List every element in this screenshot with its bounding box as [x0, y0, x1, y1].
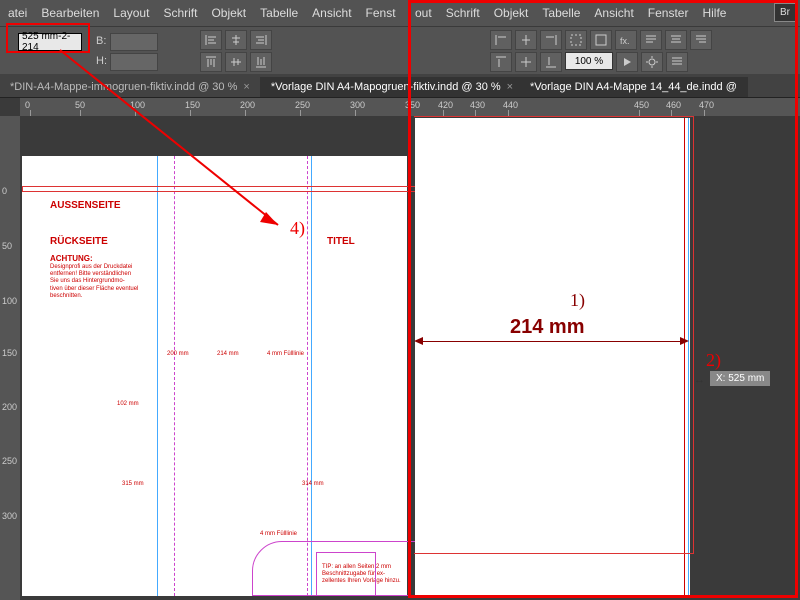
- dimension-label: 214 mm: [510, 316, 585, 339]
- dim-314a: 214 mm: [217, 351, 239, 357]
- menu-fenster[interactable]: Fenst: [366, 6, 396, 20]
- tab-doc-2[interactable]: *Vorlage DIN A4-Mapogruen-fiktiv.indd @ …: [261, 77, 524, 97]
- horizontal-ruler: 050100150200250300350420430440450460470: [20, 98, 800, 116]
- tab-label: *Vorlage DIN A4-Mappe 14_44_de.indd @: [530, 81, 737, 93]
- menu-tabelle[interactable]: Tabelle: [260, 6, 298, 20]
- dim-102: 102 mm: [117, 401, 139, 407]
- canvas-area[interactable]: 050100150200250300350420430440450460470 …: [0, 98, 800, 600]
- annotation-4: 4): [290, 218, 305, 239]
- r-align-right-icon[interactable]: [540, 30, 562, 50]
- guide-4[interactable]: [311, 156, 312, 596]
- menu2-ansicht[interactable]: Ansicht: [594, 6, 633, 20]
- bleed-frame-left: [22, 186, 415, 192]
- r-fx-icon[interactable]: fx.: [615, 30, 637, 50]
- align-right-icon[interactable]: [250, 30, 272, 50]
- align-bottom-icon[interactable]: [250, 52, 272, 72]
- close-icon[interactable]: ×: [507, 81, 513, 93]
- close-icon[interactable]: ×: [243, 81, 249, 93]
- position-tooltip: X: 525 mm: [710, 371, 770, 386]
- menu-datei[interactable]: atei: [8, 6, 27, 20]
- zoom-input[interactable]: 100 %: [565, 52, 613, 70]
- annotation-1: 1): [570, 290, 585, 311]
- bridge-icon[interactable]: Br: [774, 3, 796, 22]
- flap-box: [316, 552, 376, 596]
- guide-1[interactable]: [157, 156, 158, 596]
- menu2-fenster[interactable]: Fenster: [648, 6, 689, 20]
- menu2-tabelle[interactable]: Tabelle: [542, 6, 580, 20]
- r-para-left-icon[interactable]: [640, 30, 662, 50]
- dimension-line: [418, 341, 686, 342]
- align-top-icon[interactable]: [200, 52, 222, 72]
- text-rueckseite: RÜCKSEITE: [50, 236, 108, 247]
- align-left-icon[interactable]: [200, 30, 222, 50]
- menu-bearbeiten[interactable]: Bearbeiten: [41, 6, 99, 20]
- menu-objekt[interactable]: Objekt: [211, 6, 246, 20]
- width-label: B:: [96, 35, 106, 47]
- tab-doc-1[interactable]: *DIN-A4-Mappe-immogruen-fiktiv.indd @ 30…: [0, 77, 261, 97]
- guide-3[interactable]: [307, 156, 308, 596]
- r-align-bot-icon[interactable]: [540, 52, 562, 72]
- dim-4fl: 4 mm Fülllinie: [267, 351, 304, 357]
- menu-bar: 3) atei Bearbeiten Layout Schrift Objekt…: [0, 0, 800, 26]
- r-align-top-icon[interactable]: [490, 52, 512, 72]
- dim-200: 200 mm: [167, 351, 189, 357]
- width-input[interactable]: [110, 33, 158, 51]
- x-position-input[interactable]: 525 mm-2-214: [18, 33, 82, 51]
- text-achtung-body: Designprofi aus der Druckdatei entfernen…: [50, 264, 140, 300]
- vertical-ruler: 015010050200250300: [0, 116, 20, 600]
- menu-layout[interactable]: Layout: [113, 6, 149, 20]
- text-titel: TITEL: [327, 236, 355, 247]
- menu-mirror: out Schrift Objekt Tabelle Ansicht Fenst…: [415, 6, 726, 20]
- align-center-icon[interactable]: [225, 30, 247, 50]
- tab-label: *Vorlage DIN A4-Mapogruen-fiktiv.indd @ …: [271, 81, 501, 93]
- control-bar: 525 mm-2-214 B: H: fx. 100 %: [0, 26, 800, 74]
- dim-314b: 314 mm: [302, 481, 324, 487]
- r-select-content-icon[interactable]: [590, 30, 612, 50]
- menu2-objekt[interactable]: Objekt: [494, 6, 529, 20]
- menu2-hilfe[interactable]: Hilfe: [702, 6, 726, 20]
- r-align-mid-icon[interactable]: [515, 52, 537, 72]
- annotation-2: 2): [706, 350, 721, 371]
- menu-ansicht[interactable]: Ansicht: [312, 6, 351, 20]
- r-select-container-icon[interactable]: [565, 30, 587, 50]
- dim-315: 315 mm: [122, 481, 144, 487]
- r-brightness-icon[interactable]: [641, 52, 663, 72]
- align-middle-icon[interactable]: [225, 52, 247, 72]
- dimension-arrowhead-right: [680, 337, 689, 345]
- r-para-just-icon[interactable]: [666, 52, 688, 72]
- dim-4fl2: 4 mm Fülllinie: [260, 531, 297, 537]
- resize-cursor-icon: ↔: [694, 374, 705, 386]
- height-label: H:: [96, 55, 107, 67]
- tab-doc-3[interactable]: *Vorlage DIN A4-Mappe 14_44_de.indd @: [520, 77, 748, 97]
- menu-schrift[interactable]: Schrift: [163, 6, 197, 20]
- r-align-left-icon[interactable]: [490, 30, 512, 50]
- svg-text:fx.: fx.: [620, 36, 630, 46]
- page-left[interactable]: AUSSENSEITE RÜCKSEITE ACHTUNG: Designpro…: [22, 156, 407, 596]
- document-tabs: *DIN-A4-Mappe-immogruen-fiktiv.indd @ 30…: [0, 74, 800, 98]
- r-para-center-icon[interactable]: [665, 30, 687, 50]
- menu2-schrift[interactable]: Schrift: [446, 6, 480, 20]
- r-play-icon[interactable]: [616, 52, 638, 72]
- menu2-layout[interactable]: out: [415, 6, 432, 20]
- r-para-right-icon[interactable]: [690, 30, 712, 50]
- tab-label: *DIN-A4-Mappe-immogruen-fiktiv.indd @ 30…: [10, 81, 237, 93]
- text-aussenseite: AUSSENSEITE: [50, 200, 121, 211]
- dimension-arrowhead-left: [414, 337, 423, 345]
- r-align-center-icon[interactable]: [515, 30, 537, 50]
- text-achtung: ACHTUNG:: [50, 254, 93, 263]
- height-input[interactable]: [110, 53, 158, 71]
- guide-2[interactable]: [174, 156, 175, 596]
